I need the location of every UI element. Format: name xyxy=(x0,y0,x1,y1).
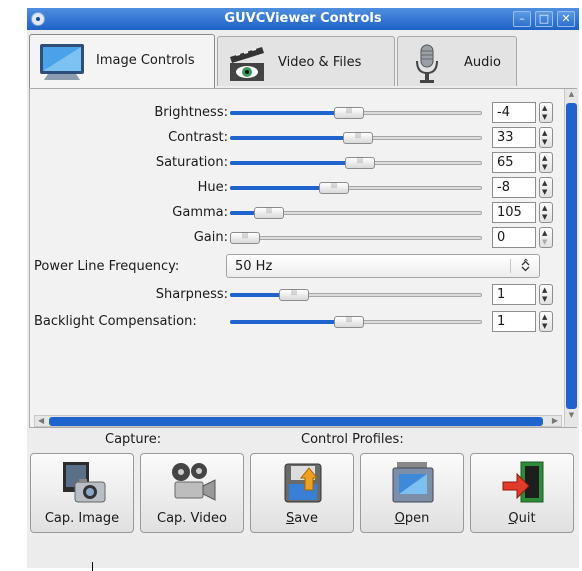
spin-arrows[interactable]: ▲ ▼ xyxy=(539,227,553,248)
hue-slider[interactable] xyxy=(230,182,482,194)
contrast-slider[interactable] xyxy=(230,132,482,144)
scroll-up-icon[interactable]: ▲ xyxy=(566,90,577,102)
slider-handle[interactable] xyxy=(230,232,260,244)
open-button[interactable]: Open xyxy=(360,453,464,533)
video-camera-icon xyxy=(172,463,216,501)
tab-label: Image Controls xyxy=(96,53,195,68)
camera-photo-icon xyxy=(63,462,106,503)
saturation-value[interactable]: 65 xyxy=(492,152,536,173)
horizontal-scrollbar[interactable]: ◀ ▶ xyxy=(34,415,562,427)
power-line-frequency-label: Power Line Frequency: xyxy=(34,259,180,274)
quit-label: Quit xyxy=(508,511,536,526)
contrast-value[interactable]: 33 xyxy=(492,127,536,148)
tab-image-controls[interactable]: Image Controls xyxy=(29,34,215,90)
capture-label: Capture: xyxy=(105,432,162,447)
minimize-button[interactable]: – xyxy=(513,11,531,27)
gain-value[interactable]: 0 xyxy=(492,227,536,248)
power-line-frequency-combo[interactable]: 50 Hz ⌃ xyxy=(226,254,540,278)
cap-image-button[interactable]: Cap. Image xyxy=(30,453,134,533)
scroll-right-icon[interactable]: ▶ xyxy=(552,416,558,425)
close-button[interactable]: ✕ xyxy=(557,11,575,27)
backlight-compensation-slider[interactable] xyxy=(230,316,482,328)
gamma-value[interactable]: 105 xyxy=(492,202,536,223)
saturation-slider[interactable] xyxy=(230,157,482,169)
slider-handle[interactable] xyxy=(334,107,364,119)
save-button[interactable]: Save xyxy=(250,453,354,533)
cap-video-button[interactable]: Cap. Video xyxy=(140,453,244,533)
cap-image-label: Cap. Image xyxy=(44,511,120,526)
slider-handle[interactable] xyxy=(334,316,364,328)
contrast-spinbox[interactable]: 33 ▲ ▼ xyxy=(492,127,553,148)
horizontal-scroll-thumb[interactable] xyxy=(49,417,543,426)
sharpness-label: Sharpness: xyxy=(155,287,228,302)
image-controls-panel: Brightness: -4 ▲▼ Contrast: 33 ▲▼ Satura… xyxy=(29,88,578,428)
hue-spinbox[interactable]: -8 ▲ ▼ xyxy=(492,177,553,198)
spin-arrows[interactable]: ▲ ▼ xyxy=(539,177,553,198)
save-label: Save xyxy=(286,511,318,526)
tab-label: Video & Files xyxy=(278,55,362,70)
vertical-scroll-thumb[interactable] xyxy=(566,103,577,409)
hue-value[interactable]: -8 xyxy=(492,177,536,198)
window-title: GUVCViewer Controls xyxy=(224,11,382,26)
spin-arrows[interactable]: ▲ ▼ xyxy=(539,202,553,223)
contrast-label: Contrast: xyxy=(168,130,228,145)
title-bar[interactable]: GUVCViewer Controls – □ ✕ xyxy=(27,8,579,30)
open-folder-icon xyxy=(392,462,434,503)
backlight-compensation-value[interactable]: 1 xyxy=(492,311,536,332)
tab-video-files[interactable]: Video & Files xyxy=(217,36,395,86)
spin-arrows[interactable]: ▲ ▼ xyxy=(539,152,553,173)
slider-handle[interactable] xyxy=(279,289,309,301)
quit-button[interactable]: Quit xyxy=(470,453,574,533)
brightness-label: Brightness: xyxy=(154,105,228,120)
divider-line xyxy=(92,562,93,571)
brightness-value[interactable]: -4 xyxy=(492,102,536,123)
sharpness-spinbox[interactable]: 1 ▲ ▼ xyxy=(492,284,553,305)
guvcview-controls-window: GUVCViewer Controls – □ ✕ Image Controls xyxy=(27,8,579,568)
maximize-button[interactable]: □ xyxy=(535,11,553,27)
brightness-slider[interactable] xyxy=(230,107,482,119)
cap-video-label: Cap. Video xyxy=(157,511,227,526)
sharpness-slider[interactable] xyxy=(230,289,482,301)
backlight-compensation-spinbox[interactable]: 1 ▲ ▼ xyxy=(492,311,553,332)
slider-handle[interactable] xyxy=(319,182,349,194)
open-label: Open xyxy=(394,511,430,526)
power-line-frequency-value: 50 Hz xyxy=(235,259,273,274)
gain-spinbox[interactable]: 0 ▲ ▼ xyxy=(492,227,553,248)
tab-bar: Image Controls Video & Files Audio xyxy=(29,32,577,90)
saturation-label: Saturation: xyxy=(155,155,228,170)
brightness-spinbox[interactable]: -4 ▲ ▼ xyxy=(492,102,553,123)
scroll-down-icon[interactable]: ▼ xyxy=(566,411,577,423)
control-profiles-label: Control Profiles: xyxy=(301,432,404,447)
slider-handle[interactable] xyxy=(343,132,373,144)
slider-handle[interactable] xyxy=(345,157,375,169)
saturation-spinbox[interactable]: 65 ▲ ▼ xyxy=(492,152,553,173)
tab-label: Audio xyxy=(464,55,501,70)
vertical-scrollbar[interactable]: ▲ ▼ xyxy=(564,89,578,427)
gamma-label: Gamma: xyxy=(172,205,228,220)
slider-handle[interactable] xyxy=(254,207,284,219)
save-disk-icon xyxy=(284,463,322,503)
spin-arrows[interactable]: ▲ ▼ xyxy=(539,284,553,305)
monitor-icon xyxy=(40,44,84,80)
exit-door-icon xyxy=(502,461,544,503)
spin-arrows[interactable]: ▲ ▼ xyxy=(539,311,553,332)
microphone-icon xyxy=(416,44,438,83)
tab-audio[interactable]: Audio xyxy=(397,36,517,86)
scroll-left-icon[interactable]: ◀ xyxy=(38,416,44,425)
backlight-compensation-label: Backlight Compensation: xyxy=(34,314,197,329)
updown-chevron-icon xyxy=(521,260,530,272)
gamma-spinbox[interactable]: 105 ▲ ▼ xyxy=(492,202,553,223)
film-eye-icon xyxy=(230,47,264,81)
spin-arrows[interactable]: ▲ ▼ xyxy=(539,127,553,148)
sharpness-value[interactable]: 1 xyxy=(492,284,536,305)
status-area xyxy=(27,538,579,568)
gain-slider[interactable] xyxy=(230,232,482,244)
gamma-slider[interactable] xyxy=(230,207,482,219)
hue-label: Hue: xyxy=(197,180,228,195)
gain-label: Gain: xyxy=(193,230,228,245)
spin-arrows[interactable]: ▲ ▼ xyxy=(539,102,553,123)
